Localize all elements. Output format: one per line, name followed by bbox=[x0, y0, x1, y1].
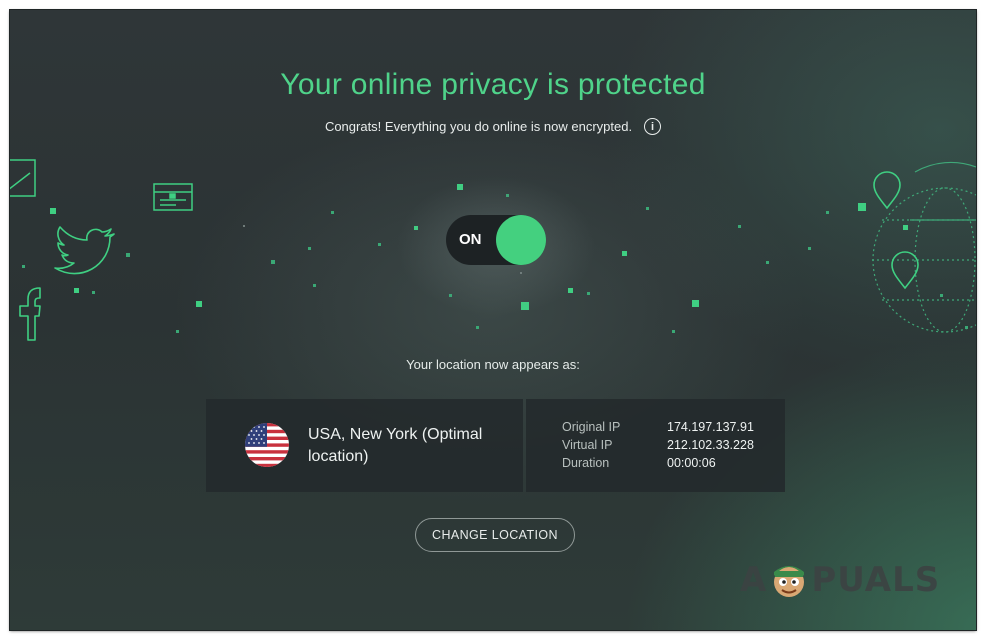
watermark: A PUALS bbox=[740, 558, 940, 602]
duration-label: Duration bbox=[562, 456, 610, 470]
twitter-icon bbox=[54, 226, 115, 275]
card-icon bbox=[153, 183, 193, 211]
chart-icon bbox=[10, 159, 36, 197]
ip-value: 174.197.137.91 bbox=[667, 420, 754, 434]
vpn-toggle[interactable]: ON bbox=[446, 215, 546, 265]
watermark-text-left: A bbox=[740, 560, 768, 600]
change-location-button[interactable]: CHANGE LOCATION bbox=[415, 518, 575, 552]
vpn-app-window: Your online privacy is protected Congrat… bbox=[10, 10, 976, 630]
watermark-text-right: PUALS bbox=[811, 560, 941, 600]
page-title: Your online privacy is protected bbox=[280, 68, 706, 101]
location-pin-icon bbox=[873, 171, 919, 290]
duration-value: 00:00:06 bbox=[667, 456, 716, 470]
location-name: USA, New York (Optimal location) bbox=[308, 426, 483, 465]
facebook-icon bbox=[19, 287, 41, 341]
ip-label: Virtual IP bbox=[562, 438, 613, 452]
us-flag-icon bbox=[245, 423, 289, 467]
location-caption: Your location now appears as: bbox=[406, 357, 580, 372]
ip-details-card: Original IP 174.197.137.91 Virtual IP 21… bbox=[526, 399, 785, 492]
toggle-knob bbox=[496, 215, 546, 265]
mascot-icon bbox=[774, 566, 805, 597]
ip-label: Original IP bbox=[562, 420, 621, 434]
subtitle-row: Congrats! Everything you do online is no… bbox=[10, 118, 976, 135]
location-card[interactable]: USA, New York (Optimal location) bbox=[206, 399, 523, 492]
ip-value: 212.102.33.228 bbox=[667, 438, 754, 452]
subtitle-text: Congrats! Everything you do online is no… bbox=[324, 119, 633, 134]
toggle-label: ON bbox=[459, 231, 482, 248]
connection-info-panel: USA, New York (Optimal location) Origina… bbox=[206, 399, 785, 492]
info-icon[interactable]: i bbox=[644, 118, 662, 135]
globe-icon bbox=[872, 187, 976, 333]
